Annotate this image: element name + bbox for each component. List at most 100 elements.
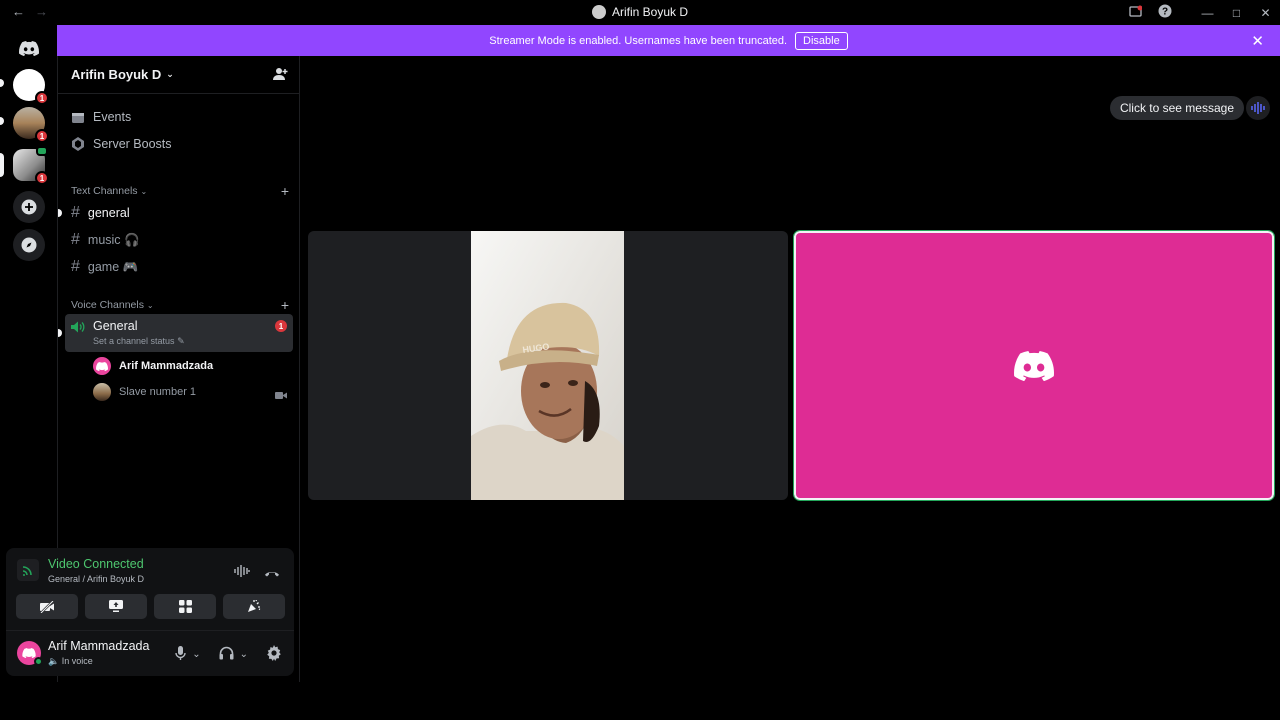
unread-pill	[0, 117, 4, 125]
connection-signal-icon[interactable]	[17, 559, 39, 581]
unread-indicator	[58, 209, 62, 217]
discover-button[interactable]	[13, 229, 45, 261]
maximize-icon[interactable]: □	[1222, 6, 1251, 20]
server-header[interactable]: Arifin Boyuk D ⌄	[58, 56, 300, 94]
camera-off-button[interactable]	[16, 594, 78, 619]
headphones-icon[interactable]	[219, 646, 234, 663]
server-boosts-item[interactable]: Server Boosts	[71, 137, 172, 151]
server-avatar-icon	[591, 5, 606, 19]
settings-gear-icon[interactable]	[266, 645, 282, 664]
window-controls: ? — □ ✕	[1121, 0, 1280, 25]
user-status: 🔈 In voice	[48, 656, 93, 666]
user-panel: Arif Mammadzada 🔈 In voice ⌄ ⌄	[6, 630, 294, 676]
events-label: Events	[93, 110, 132, 124]
pencil-icon: ✎	[177, 336, 185, 346]
chevron-down-icon: ⌄	[146, 301, 154, 310]
voice-indicator-icon	[36, 146, 48, 156]
user-controls: ⌄ ⌄	[175, 645, 282, 664]
streamer-mode-message: Streamer Mode is enabled. Usernames have…	[489, 34, 788, 47]
unread-pill	[0, 79, 4, 87]
create-text-channel-icon[interactable]: +	[281, 183, 289, 199]
voice-channel-name: General	[93, 319, 138, 333]
server-icon-1[interactable]: 1	[13, 69, 49, 105]
events-item[interactable]: Events	[71, 110, 131, 124]
streamer-mode-banner: Streamer Mode is enabled. Usernames have…	[57, 25, 1280, 56]
channel-game[interactable]: # game 🎮	[71, 258, 138, 276]
plus-icon	[21, 199, 37, 215]
camera-feed-image: HUGO	[471, 231, 624, 500]
activities-button[interactable]	[154, 594, 216, 619]
voice-panel-actions	[234, 564, 280, 582]
channel-name: music	[87, 233, 121, 247]
invite-people-icon[interactable]	[273, 67, 288, 84]
unread-indicator	[58, 329, 62, 337]
camera-off-icon	[39, 600, 54, 613]
selected-pill	[0, 153, 4, 177]
click-to-see-message-button[interactable]: Click to see message	[1109, 96, 1244, 120]
inbox-icon[interactable]	[1121, 5, 1150, 21]
create-voice-channel-icon[interactable]: +	[281, 297, 289, 313]
voice-connection-panel: Video Connected General / Arifin Boyuk D	[6, 548, 294, 630]
server-badge: 1	[35, 91, 49, 105]
headphones-emoji: 🎧	[124, 232, 140, 247]
window-title: Arifin Boyuk D	[611, 5, 689, 19]
add-server-button[interactable]	[13, 191, 45, 223]
chevron-down-icon: ⌄	[166, 69, 174, 79]
text-channels-label: Text Channels	[71, 185, 138, 197]
channel-music[interactable]: # music 🎧	[71, 231, 140, 249]
discord-home-button[interactable]	[13, 32, 45, 64]
server-boosts-label: Server Boosts	[93, 137, 172, 151]
server-name: Arifin Boyuk D	[71, 67, 162, 82]
avatar	[93, 383, 111, 401]
voice-user-name: Arif Mammadzada	[119, 360, 214, 372]
channel-status-prompt[interactable]: Set a channel status ✎	[93, 336, 185, 347]
voice-connected-subtitle[interactable]: General / Arifin Boyuk D	[48, 574, 144, 584]
server-badge: 1	[35, 171, 49, 185]
voice-channels-category[interactable]: Voice Channels ⌄ +	[71, 297, 295, 313]
audio-options-chevron-icon[interactable]: ⌄	[240, 649, 248, 660]
hash-icon: #	[71, 231, 80, 248]
microphone-icon[interactable]	[175, 645, 186, 664]
voice-connected-title[interactable]: Video Connected	[48, 557, 144, 571]
text-channels-category[interactable]: Text Channels ⌄ +	[71, 183, 295, 199]
voice-activity-icon[interactable]	[1246, 96, 1270, 120]
close-window-icon[interactable]: ✕	[1251, 6, 1280, 20]
title-bar: ← → Arifin Boyuk D ? — □ ✕	[0, 0, 1280, 25]
hash-icon: #	[71, 258, 80, 275]
boost-icon	[71, 137, 85, 151]
channel-general[interactable]: # general	[71, 204, 130, 222]
discord-logo-icon	[19, 40, 39, 56]
voice-call-area: Click to see message HUGO	[301, 56, 1280, 720]
avatar	[93, 357, 111, 375]
server-icon-2[interactable]: 1	[13, 107, 49, 143]
voice-user-name: Slave number 1	[119, 386, 197, 398]
disconnect-icon[interactable]	[264, 564, 280, 582]
speaker-icon	[71, 320, 85, 338]
mic-options-chevron-icon[interactable]: ⌄	[192, 649, 200, 660]
voice-user-arif[interactable]: Arif Mammadzada	[93, 357, 213, 375]
compass-icon	[21, 237, 37, 253]
voice-channel-general[interactable]: General Set a channel status ✎ 1	[65, 314, 293, 352]
user-name[interactable]: Arif Mammadzada	[48, 639, 149, 653]
video-tile-avatar[interactable]	[793, 230, 1275, 501]
hash-icon: #	[71, 204, 80, 221]
noise-suppression-icon[interactable]	[234, 564, 250, 582]
soundboard-button[interactable]	[223, 594, 285, 619]
svg-text:?: ?	[1161, 7, 1167, 18]
video-tile-camera[interactable]: HUGO	[308, 231, 788, 500]
server-badge: 1	[35, 129, 49, 143]
chevron-down-icon: ⌄	[140, 187, 148, 196]
disable-streamer-mode-button[interactable]: Disable	[795, 31, 848, 50]
close-banner-icon[interactable]: ✕	[1251, 32, 1264, 50]
soundboard-icon	[248, 600, 261, 612]
window-title-area: Arifin Boyuk D	[0, 5, 1280, 19]
activities-icon	[178, 600, 192, 613]
discord-logo-icon	[1014, 350, 1054, 381]
share-screen-button[interactable]	[85, 594, 147, 619]
server-icon-3-selected[interactable]: 1	[13, 146, 49, 185]
voice-channel-badge: 1	[275, 320, 287, 332]
help-icon[interactable]: ?	[1150, 4, 1179, 21]
speaker-icon: 🔈	[48, 656, 60, 666]
minimize-icon[interactable]: —	[1193, 6, 1222, 20]
voice-user-slave[interactable]: Slave number 1	[93, 383, 196, 401]
